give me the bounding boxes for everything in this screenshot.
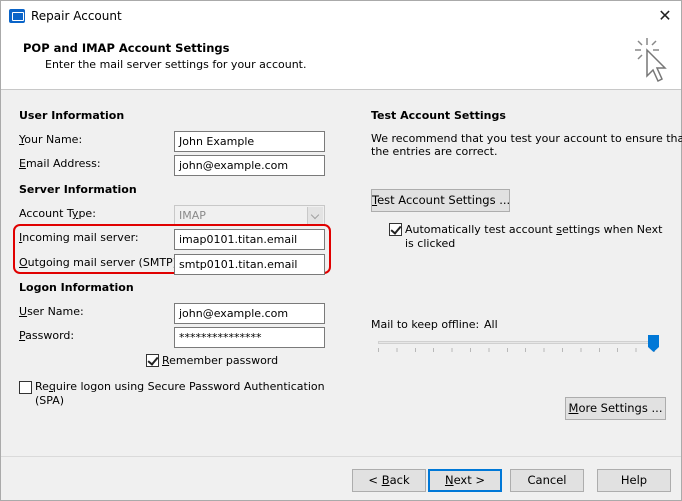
title-bar: Repair Account ✕ — [1, 1, 681, 32]
password-label: Password: — [19, 329, 75, 342]
your-name-label: Your Name: — [19, 133, 83, 146]
auto-test-label: Automatically test account settings when… — [405, 223, 663, 236]
outgoing-server-input[interactable]: smtp0101.titan.email — [174, 254, 325, 275]
account-type-dropdown[interactable]: IMAP — [174, 205, 325, 226]
mail-offline-slider-track[interactable] — [378, 341, 656, 344]
remember-password-checkbox[interactable] — [146, 354, 159, 367]
dialog-header: POP and IMAP Account Settings Enter the … — [1, 32, 681, 90]
outgoing-server-label: Outgoing mail server (SMTP): — [19, 256, 181, 269]
remember-password-label: Remember password — [162, 354, 279, 367]
user-name-label: User Name: — [19, 305, 84, 318]
test-description-line2: the entries are correct. — [371, 145, 498, 158]
close-icon[interactable]: ✕ — [653, 4, 677, 28]
page-title: POP and IMAP Account Settings — [23, 41, 230, 55]
test-description-line1: We recommend that you test your account … — [371, 132, 682, 145]
require-spa-checkbox[interactable] — [19, 381, 32, 394]
auto-test-label-line2: is clicked — [405, 237, 456, 250]
mail-offline-label: Mail to keep offline: — [371, 318, 480, 331]
help-button[interactable]: Help — [597, 469, 671, 492]
require-spa-label: Require logon using Secure Password Auth… — [35, 380, 325, 393]
page-subtitle: Enter the mail server settings for your … — [45, 58, 307, 71]
outlook-app-icon — [9, 9, 25, 23]
test-account-settings-button[interactable]: Test Account Settings ... — [371, 189, 510, 212]
mail-offline-slider-thumb[interactable] — [648, 335, 659, 352]
incoming-server-input[interactable]: imap0101.titan.email — [174, 229, 325, 250]
your-name-input[interactable]: John Example — [174, 131, 325, 152]
cancel-button[interactable]: Cancel — [510, 469, 584, 492]
logon-information-heading: Logon Information — [19, 281, 134, 294]
account-type-value: IMAP — [179, 209, 206, 222]
server-information-heading: Server Information — [19, 183, 137, 196]
mail-offline-value: All — [484, 318, 498, 331]
email-address-label: Email Address: — [19, 157, 101, 170]
user-information-heading: User Information — [19, 109, 125, 122]
footer-divider — [1, 456, 681, 457]
next-button[interactable]: Next > — [428, 469, 502, 492]
mail-offline-slider-ticks — [378, 348, 656, 352]
auto-test-checkbox[interactable] — [389, 223, 402, 236]
more-settings-button[interactable]: More Settings ... — [565, 397, 666, 420]
incoming-server-label: Incoming mail server: — [19, 231, 139, 244]
user-name-input[interactable]: john@example.com — [174, 303, 325, 324]
repair-account-dialog: Repair Account ✕ POP and IMAP Account Se… — [0, 0, 682, 501]
cursor-click-icon — [635, 38, 667, 83]
back-button[interactable]: < Back — [352, 469, 426, 492]
password-input[interactable]: *************** — [174, 327, 325, 348]
account-type-label: Account Type: — [19, 207, 96, 220]
window-title: Repair Account — [31, 9, 122, 23]
email-address-input[interactable]: john@example.com — [174, 155, 325, 176]
require-spa-label-line2: (SPA) — [35, 394, 65, 407]
chevron-down-icon — [307, 207, 323, 224]
test-settings-heading: Test Account Settings — [371, 109, 506, 122]
